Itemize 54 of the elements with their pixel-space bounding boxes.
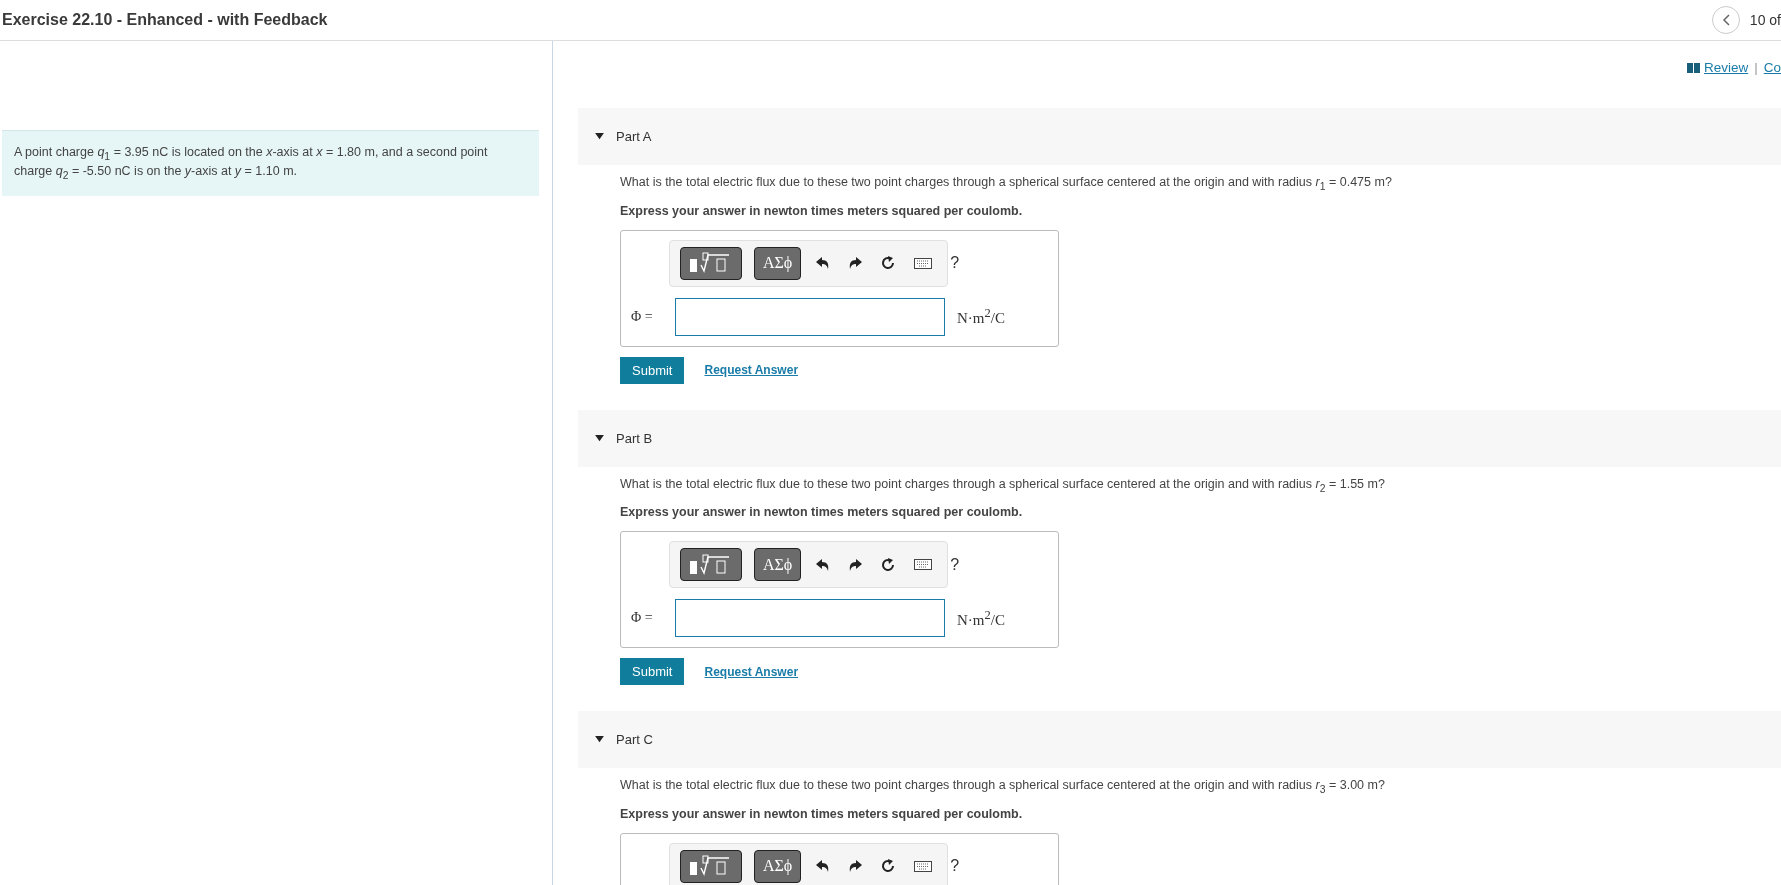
part-title: Part B bbox=[616, 430, 653, 446]
item-counter: 10 of bbox=[1749, 12, 1781, 28]
next-link[interactable]: Co bbox=[1763, 60, 1781, 75]
problem-statement: A point charge q$_{1}$ = 3.95 nC is located on the x-axis at x = 1.80 m, and a second point charge q$_{2}$ = -5.50 nC is on the y-axis at y = 1.10 m. bbox=[2, 130, 539, 196]
book-icon bbox=[1686, 62, 1700, 73]
question-text: What is the total electric flux due to these two point charges through a spherical surface centered at the origin and with radius r$_{2}$ = 1.55 m? bbox=[620, 476, 1386, 493]
reset-icon bbox=[880, 556, 897, 573]
part-title: Part A bbox=[616, 129, 652, 144]
template-button[interactable] bbox=[680, 548, 742, 581]
keyboard-icon bbox=[914, 257, 933, 269]
undo-icon bbox=[816, 860, 831, 872]
review-link[interactable]: Review bbox=[1686, 60, 1749, 75]
exercise-title: Exercise 22.10 - Enhanced - with Feedback bbox=[2, 11, 328, 29]
unit-label: N·m$^{2}$/C bbox=[957, 607, 1005, 629]
instruction-text: Express your answer in newton times meters squared per coulomb. bbox=[620, 505, 1024, 519]
caret-icon bbox=[595, 133, 604, 140]
greek-button[interactable]: ΑΣϕ bbox=[754, 246, 802, 280]
answer-input[interactable] bbox=[675, 297, 945, 336]
question-text: What is the total electric flux due to these two point charges through a spherical surface centered at the origin and with radius r$_{3}$ = 3.00 m? bbox=[620, 778, 1386, 795]
part-header[interactable]: Part C bbox=[578, 711, 1781, 768]
answer-input[interactable] bbox=[675, 599, 945, 637]
instruction-text: Express your answer in newton times meters squared per coulomb. bbox=[620, 203, 1024, 218]
redo-icon bbox=[848, 257, 863, 269]
reset-icon bbox=[880, 858, 897, 874]
greek-button[interactable]: ΑΣϕ bbox=[754, 849, 802, 883]
template-button[interactable] bbox=[680, 849, 742, 883]
request-answer-link[interactable]: Request Answer bbox=[704, 363, 799, 377]
submit-button[interactable]: Submit bbox=[620, 356, 685, 384]
greek-button[interactable]: ΑΣϕ bbox=[754, 548, 802, 581]
template-button[interactable] bbox=[680, 246, 742, 280]
link-separator: | bbox=[1754, 60, 1758, 75]
caret-icon bbox=[595, 434, 604, 442]
variable-label: Φ = bbox=[631, 610, 654, 626]
caret-icon bbox=[595, 736, 604, 743]
request-answer-link[interactable]: Request Answer bbox=[704, 664, 799, 679]
unit-label: N·m$^{2}$/C bbox=[957, 306, 1005, 327]
reset-icon bbox=[880, 255, 897, 271]
submit-button[interactable]: Submit bbox=[620, 658, 685, 685]
chevron-left-icon bbox=[1721, 14, 1730, 26]
help-button[interactable]: ? bbox=[947, 555, 963, 574]
variable-label: Φ = bbox=[631, 308, 654, 325]
keyboard-icon bbox=[914, 559, 933, 570]
undo-icon bbox=[816, 257, 831, 269]
part-header[interactable]: Part B bbox=[578, 409, 1781, 467]
question-text: What is the total electric flux due to these two point charges through a spherical surface centered at the origin and with radius r$_{1}$ = 0.475 m? bbox=[620, 175, 1393, 192]
help-button[interactable]: ? bbox=[947, 857, 963, 875]
keyboard-icon bbox=[914, 860, 933, 872]
help-button[interactable]: ? bbox=[947, 254, 963, 272]
part-title: Part C bbox=[616, 732, 653, 747]
part-header[interactable]: Part A bbox=[578, 108, 1781, 165]
instruction-text: Express your answer in newton times meters squared per coulomb. bbox=[620, 806, 1024, 821]
redo-icon bbox=[848, 558, 863, 571]
undo-icon bbox=[816, 558, 831, 571]
redo-icon bbox=[848, 860, 863, 872]
